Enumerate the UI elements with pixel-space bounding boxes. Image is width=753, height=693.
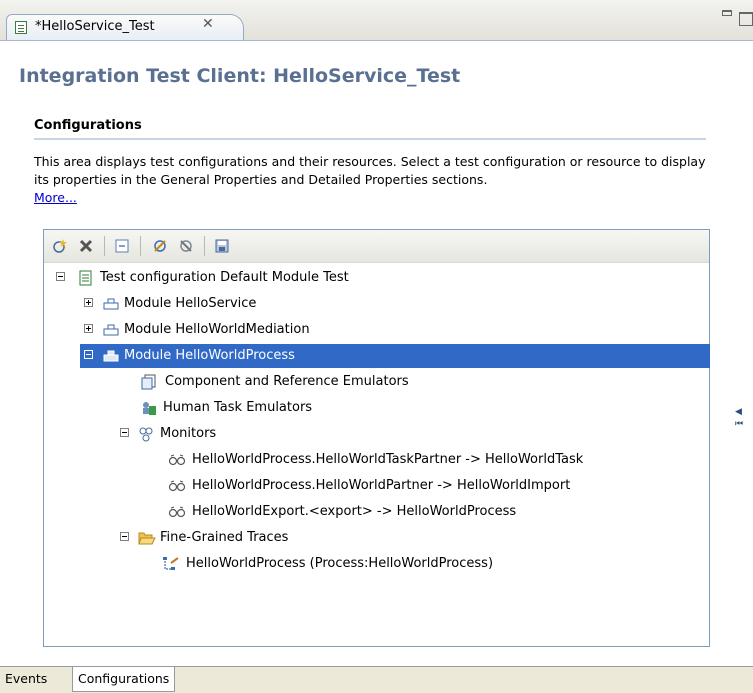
tree-item-label: HelloWorldProcess.HelloWorldTaskPartner … [192, 452, 584, 467]
tree-item-module-hello-world-mediation[interactable]: Module HelloWorldMediation [82, 318, 682, 342]
module-icon [103, 296, 119, 312]
tree-item-monitor[interactable]: HelloWorldProcess.HelloWorldTaskPartner … [168, 448, 688, 472]
tree-item-fine-grained-traces[interactable]: Fine-Grained Traces [118, 526, 678, 550]
monitors-icon [138, 426, 154, 442]
tree-item-label: Human Task Emulators [163, 400, 313, 415]
test-file-icon [15, 21, 27, 34]
tree-item-component-emulators[interactable]: Component and Reference Emulators [139, 370, 679, 394]
tree-item-monitor[interactable]: HelloWorldProcess.HelloWorldPartner -> H… [168, 474, 688, 498]
section-title: Configurations [34, 118, 142, 133]
emulator-icon [141, 374, 157, 390]
tree-item-label: Module HelloWorldMediation [124, 322, 310, 337]
section-divider [34, 138, 706, 140]
arrow-first-icon[interactable]: ⏮ [735, 418, 745, 430]
toolbar-separator [204, 236, 205, 256]
test-client-form: Integration Test Client: HelloService_Te… [0, 41, 753, 665]
collapse-icon[interactable] [120, 428, 129, 437]
new-configuration-icon[interactable] [50, 236, 70, 256]
collapse-icon[interactable] [120, 532, 129, 541]
toolbar-separator [140, 236, 141, 256]
tree-item-human-task-emulators[interactable]: Human Task Emulators [139, 396, 679, 420]
collapse-icon[interactable] [84, 350, 93, 359]
detach-icon[interactable] [176, 236, 196, 256]
page-title: Integration Test Client: HelloService_Te… [19, 65, 461, 87]
tree-item-label: Component and Reference Emulators [165, 374, 409, 389]
tree-item-label: Test configuration Default Module Test [100, 270, 349, 285]
attach-icon[interactable] [150, 236, 170, 256]
tree-item-module-hello-service[interactable]: Module HelloService [82, 292, 682, 316]
monitor-icon [168, 452, 186, 468]
maximize-icon[interactable] [739, 12, 753, 26]
module-icon [103, 348, 119, 364]
tree-item-label: Monitors [160, 426, 217, 441]
save-icon[interactable] [212, 236, 232, 256]
close-icon[interactable]: ✕ [202, 16, 214, 32]
editor-tab-bar: *HelloService_Test ✕ [0, 0, 753, 41]
process-trace-icon [162, 556, 179, 572]
toolbar-separator [104, 236, 105, 256]
bottom-tab-bar: Events Configurations [0, 666, 753, 693]
tree-item-label: Fine-Grained Traces [160, 530, 289, 545]
arrow-left-icon[interactable]: ◀ [735, 406, 745, 418]
folder-icon [138, 530, 156, 546]
test-configuration-icon [78, 270, 94, 286]
more-link[interactable]: More... [34, 190, 77, 205]
section-expand-controls: ◀ ⏮ [735, 406, 745, 430]
tree-item-label: HelloWorldProcess.HelloWorldPartner -> H… [192, 478, 571, 493]
tree-item-monitor[interactable]: HelloWorldExport.<export> -> HelloWorldP… [168, 500, 688, 524]
editor-tab-title: *HelloService_Test [35, 19, 155, 34]
tree-item-monitors[interactable]: Monitors [118, 422, 678, 446]
description-text: This area displays test configurations a… [34, 154, 706, 187]
minimize-icon[interactable] [722, 10, 732, 16]
expand-icon[interactable] [84, 298, 93, 307]
delete-icon[interactable] [76, 236, 96, 256]
collapse-icon[interactable] [56, 272, 65, 281]
human-task-icon [141, 400, 157, 416]
tree-item-label: HelloWorldProcess (Process:HelloWorldPro… [186, 556, 494, 571]
tree-item-label: Module HelloService [124, 296, 257, 311]
collapse-all-icon[interactable] [112, 236, 132, 256]
tree-toolbar [44, 230, 709, 263]
tab-configurations[interactable]: Configurations [72, 667, 176, 692]
tree-item-label: HelloWorldExport.<export> -> HelloWorldP… [192, 504, 517, 519]
editor-tab-hello-service-test[interactable]: *HelloService_Test ✕ [6, 14, 244, 40]
tree-item-module-hello-world-process[interactable]: Module HelloWorldProcess [80, 344, 710, 368]
configurations-tree-panel: Test configuration Default Module Test M… [43, 229, 710, 647]
monitor-icon [168, 478, 186, 494]
monitor-icon [168, 504, 186, 520]
tree-item-label: Module HelloWorldProcess [124, 348, 295, 363]
tree-item-test-configuration[interactable]: Test configuration Default Module Test [54, 266, 694, 290]
expand-icon[interactable] [84, 324, 93, 333]
tree-item-trace[interactable]: HelloWorldProcess (Process:HelloWorldPro… [162, 552, 682, 576]
section-description: This area displays test configurations a… [34, 153, 724, 207]
module-icon [103, 322, 119, 338]
tab-events[interactable]: Events [0, 667, 52, 692]
